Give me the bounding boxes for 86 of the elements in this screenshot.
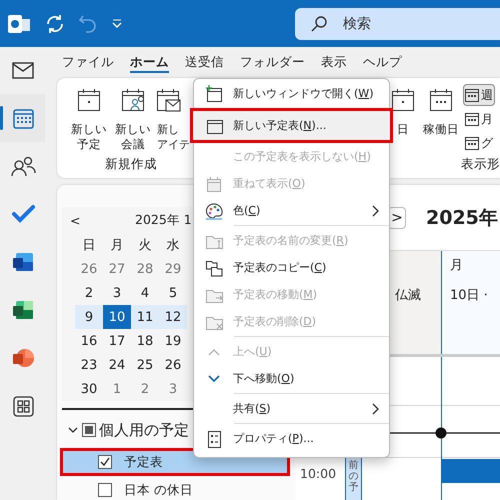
ribbon-button[interactable]: 日: [391, 84, 415, 156]
menu-tab[interactable]: 送受信: [177, 47, 232, 78]
ribbon-button[interactable]: 新し アイテ: [157, 84, 191, 156]
menu-item[interactable]: 新しいウィンドウで開く(W): [194, 80, 389, 107]
calendar-day[interactable]: 17: [103, 329, 131, 353]
check-icon: [100, 457, 110, 467]
weekday-label: 火: [138, 237, 152, 255]
calendar-icon: [75, 86, 103, 114]
weekday-label: 水: [166, 237, 180, 255]
weekday-label: 日: [82, 237, 96, 255]
calendar-day[interactable]: 5: [159, 281, 187, 305]
menu-tab[interactable]: ヘルプ: [355, 47, 410, 78]
chevron-up-icon: [208, 348, 220, 356]
folder-group-label: 個人用の予定: [99, 420, 189, 440]
calendar-icon: [389, 86, 417, 114]
menu-item[interactable]: 予定表のコピー(C): [194, 254, 389, 281]
new-window-icon: [205, 84, 223, 102]
calendar-day[interactable]: 23: [75, 353, 103, 377]
calendar-day[interactable]: 1: [103, 377, 131, 401]
menu-tab[interactable]: ファイル: [54, 47, 122, 78]
menu-item[interactable]: 色(C): [194, 197, 389, 224]
menu-tab[interactable]: フォルダー: [232, 47, 313, 78]
calendar-day[interactable]: 10: [103, 305, 131, 329]
event-block: [442, 459, 500, 483]
calendar-day[interactable]: 26: [159, 353, 187, 377]
view-button[interactable]: グ: [463, 132, 495, 154]
ribbon-button[interactable]: 新しい 予定: [69, 84, 109, 156]
properties-icon: [205, 430, 223, 448]
ribbon-button[interactable]: 新しい 会議: [113, 84, 153, 156]
calendar-list-item[interactable]: 日本 の休日: [60, 476, 290, 500]
palette-icon: [205, 202, 223, 220]
calendar-day[interactable]: 4: [131, 281, 159, 305]
all-day-cell: 10日 ·: [441, 278, 500, 354]
calendar-day[interactable]: 16: [75, 329, 103, 353]
previous-month-button[interactable]: <: [70, 212, 90, 228]
checkbox[interactable]: [98, 455, 112, 469]
calendar-day[interactable]: 11: [131, 305, 159, 329]
menu-item[interactable]: 下へ移動(O): [194, 365, 389, 392]
calendar-day[interactable]: 27: [103, 257, 131, 281]
calendar-day[interactable]: 29: [159, 257, 187, 281]
search-icon: [311, 16, 327, 32]
calendar-day[interactable]: 19: [159, 329, 187, 353]
calendar-icon: [465, 88, 479, 102]
menu-tab[interactable]: 表示: [313, 47, 355, 78]
calendar-day[interactable]: 3: [103, 281, 131, 305]
weekday-label: 月: [110, 237, 124, 255]
calendar-day[interactable]: 24: [103, 353, 131, 377]
selection-bar: [0, 106, 3, 130]
column-header: 月: [441, 251, 500, 278]
month-title: 2025年 1: [135, 212, 192, 228]
app-logo-icon[interactable]: [8, 12, 30, 34]
square-icon: [82, 423, 96, 437]
copy-icon: [205, 258, 223, 276]
menu-tab[interactable]: ホーム: [122, 47, 177, 78]
search-field[interactable]: 検索: [295, 8, 500, 40]
group-label: 新規作成: [104, 156, 158, 173]
calendar-day[interactable]: 2: [75, 281, 103, 305]
calendar-day[interactable]: 28: [131, 257, 159, 281]
undo-icon: [78, 12, 98, 34]
menu-item[interactable]: 新しい予定表(N)...: [191, 109, 392, 142]
group-label: 表示形: [460, 156, 500, 173]
view-button[interactable]: 月: [463, 108, 495, 130]
calendar-day[interactable]: 25: [131, 353, 159, 377]
event-strip: 前の予: [345, 456, 362, 500]
calendar-day[interactable]: 9: [75, 305, 103, 329]
checkbox[interactable]: [98, 483, 112, 497]
calendar-day[interactable]: 2: [131, 377, 159, 401]
meeting-icon: [119, 86, 147, 114]
calendar-day[interactable]: 3: [159, 377, 187, 401]
calendar-icon: [465, 112, 479, 126]
calendar-day[interactable]: 26: [75, 257, 103, 281]
stacked-calendar-icon: [205, 174, 223, 192]
chevron-down-icon: [208, 374, 220, 382]
calendar-mail-icon: [157, 86, 181, 114]
dropdown-icon[interactable]: [112, 18, 122, 28]
time-label: 10:00: [300, 466, 336, 481]
calendar-day[interactable]: 30: [75, 377, 103, 401]
ribbon-button[interactable]: 稼働日: [422, 84, 460, 156]
view-button[interactable]: 週: [463, 84, 495, 106]
calendar-day[interactable]: 12: [159, 305, 187, 329]
sync-icon[interactable]: [44, 12, 66, 34]
calendar-icon: [427, 86, 455, 114]
calendar-icon: [465, 136, 479, 150]
menu-item[interactable]: 共有(S): [194, 395, 389, 422]
calendar-day[interactable]: 18: [131, 329, 159, 353]
date-title: 2025年: [426, 206, 498, 230]
